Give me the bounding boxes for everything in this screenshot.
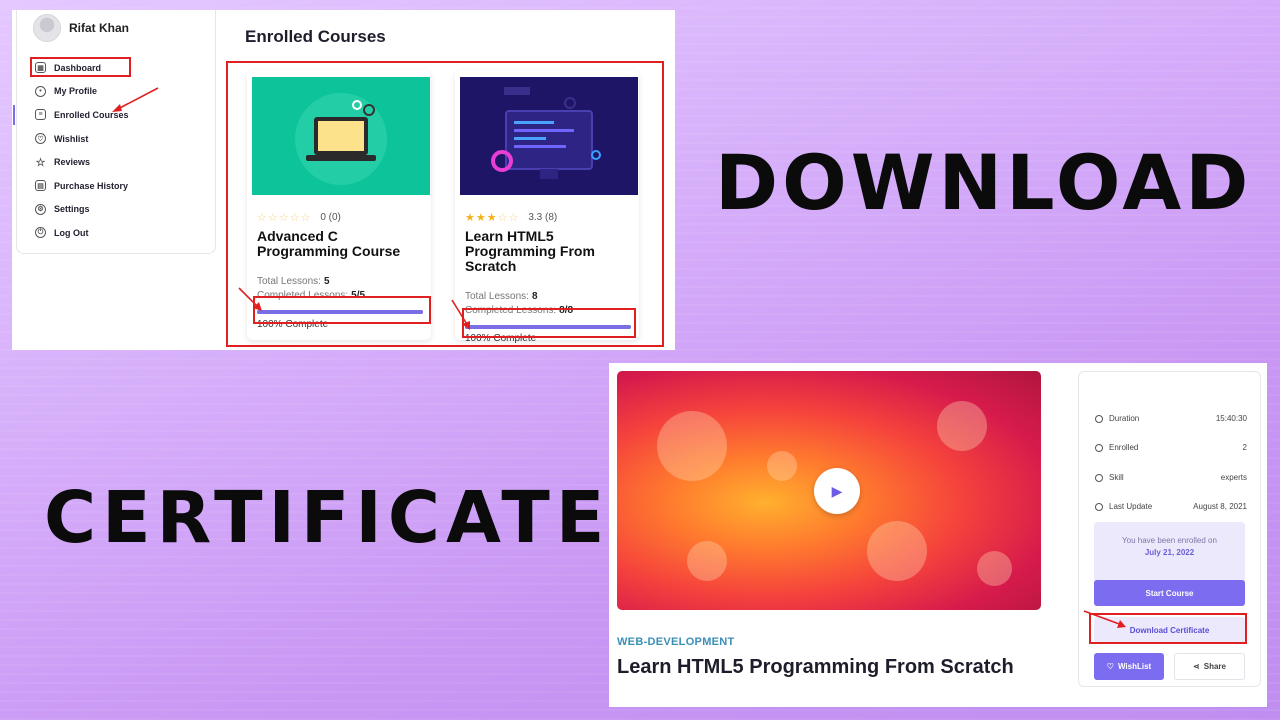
course-thumbnail: [460, 77, 638, 195]
bokeh-light: [767, 451, 797, 481]
sidebar-item-my-profile[interactable]: • My Profile: [17, 80, 215, 104]
course-detail-title: Learn HTML5 Programming From Scratch: [617, 656, 1014, 678]
clock-icon: [1095, 414, 1103, 423]
total-lessons: Total Lessons: 8: [465, 291, 538, 302]
course-title[interactable]: Learn HTML5 Programming From Scratch: [465, 229, 637, 274]
start-course-button[interactable]: Start Course: [1094, 580, 1245, 606]
bokeh-light: [937, 401, 987, 451]
user-icon: •: [35, 85, 46, 97]
sidebar-item-wishlist[interactable]: ♡ Wishlist: [17, 127, 215, 151]
wishlist-button[interactable]: ♡ WishList: [1094, 653, 1164, 680]
sidebar: Rifat Khan ▦ Dashboard • My Profile ≡ En…: [13, 10, 216, 254]
sidebar-item-label: Reviews: [54, 157, 91, 168]
profile[interactable]: Rifat Khan: [33, 14, 129, 42]
gear-icon: ⚙: [35, 203, 46, 215]
progress-highlight: [462, 308, 636, 338]
dashboard-screenshot: Rifat Khan ▦ Dashboard • My Profile ≡ En…: [12, 10, 675, 350]
rating-text: 3.3 (8): [528, 212, 558, 223]
info-duration: Duration 15:40:30: [1095, 414, 1247, 423]
calendar-icon: [1095, 502, 1103, 511]
book-icon: ≡: [35, 109, 46, 121]
sidebar-item-label: Purchase History: [54, 180, 129, 191]
sidebar-menu: ▦ Dashboard • My Profile ≡ Enrolled Cour…: [13, 56, 215, 245]
stars-icon: ☆☆☆☆☆: [257, 212, 312, 224]
sidebar-item-label: My Profile: [54, 86, 98, 97]
play-icon: ▶: [831, 482, 843, 499]
share-button[interactable]: ⋖ Share: [1174, 653, 1245, 680]
info-skill: Skill experts: [1095, 473, 1247, 482]
sidebar-item-log-out[interactable]: ⏻ Log Out: [17, 221, 215, 245]
sidebar-item-label: Log Out: [54, 227, 89, 238]
course-category[interactable]: WEB-DEVELOPMENT: [617, 636, 735, 648]
avatar: [33, 14, 61, 42]
bokeh-light: [867, 521, 927, 581]
rating-text: 0 (0): [320, 212, 341, 223]
course-title[interactable]: Advanced C Programming Course: [257, 229, 429, 259]
sidebar-item-reviews[interactable]: ☆ Reviews: [17, 150, 215, 174]
download-certificate-highlight: [1089, 613, 1247, 644]
profile-name: Rifat Khan: [69, 21, 129, 35]
bokeh-light: [657, 411, 727, 481]
download-heading: DOWNLOAD: [715, 138, 1253, 227]
logout-icon: ⏻: [35, 227, 46, 239]
heart-icon: ♡: [1106, 662, 1114, 671]
sidebar-item-label: Enrolled Courses: [54, 109, 129, 120]
enrollment-date: July 21, 2022: [1144, 548, 1195, 557]
users-icon: [1095, 443, 1103, 452]
section-title: Enrolled Courses: [245, 27, 386, 46]
course-detail-screenshot: ▶ WEB-DEVELOPMENT Learn HTML5 Programmin…: [609, 363, 1267, 707]
laptop-illustration: [295, 93, 387, 185]
shield-icon: [1095, 473, 1103, 482]
heart-icon: ♡: [35, 133, 46, 145]
sidebar-item-enrolled-courses[interactable]: ≡ Enrolled Courses: [13, 103, 215, 127]
sidebar-item-label: Settings: [54, 204, 90, 215]
sidebar-item-purchase-history[interactable]: ▤ Purchase History: [17, 174, 215, 198]
share-icon: ⋖: [1193, 662, 1200, 671]
info-last-update: Last Update August 8, 2021: [1095, 502, 1247, 511]
total-lessons: Total Lessons: 5: [257, 276, 330, 287]
course-thumbnail: [252, 77, 430, 195]
stars-icon: ★★★☆☆: [465, 212, 520, 224]
bokeh-light: [687, 541, 727, 581]
cart-icon: ▤: [35, 180, 46, 192]
bokeh-light: [977, 551, 1012, 586]
sidebar-item-settings[interactable]: ⚙ Settings: [17, 198, 215, 222]
play-button[interactable]: ▶: [814, 468, 860, 514]
course-rating: ★★★☆☆ 3.3 (8): [465, 211, 557, 224]
enrolled-courses-highlight: [30, 57, 131, 77]
course-card[interactable]: ★★★☆☆ 3.3 (8) Learn HTML5 Programming Fr…: [455, 70, 639, 344]
star-icon: ☆: [35, 156, 46, 169]
course-video[interactable]: ▶: [617, 371, 1041, 610]
info-enrolled: Enrolled 2: [1095, 443, 1247, 452]
progress-highlight: [253, 296, 431, 324]
certificate-heading: CERTIFICATE: [44, 476, 611, 559]
sidebar-item-label: Wishlist: [54, 133, 89, 144]
code-monitor-illustration: [491, 87, 601, 179]
course-rating: ☆☆☆☆☆ 0 (0): [257, 211, 341, 224]
